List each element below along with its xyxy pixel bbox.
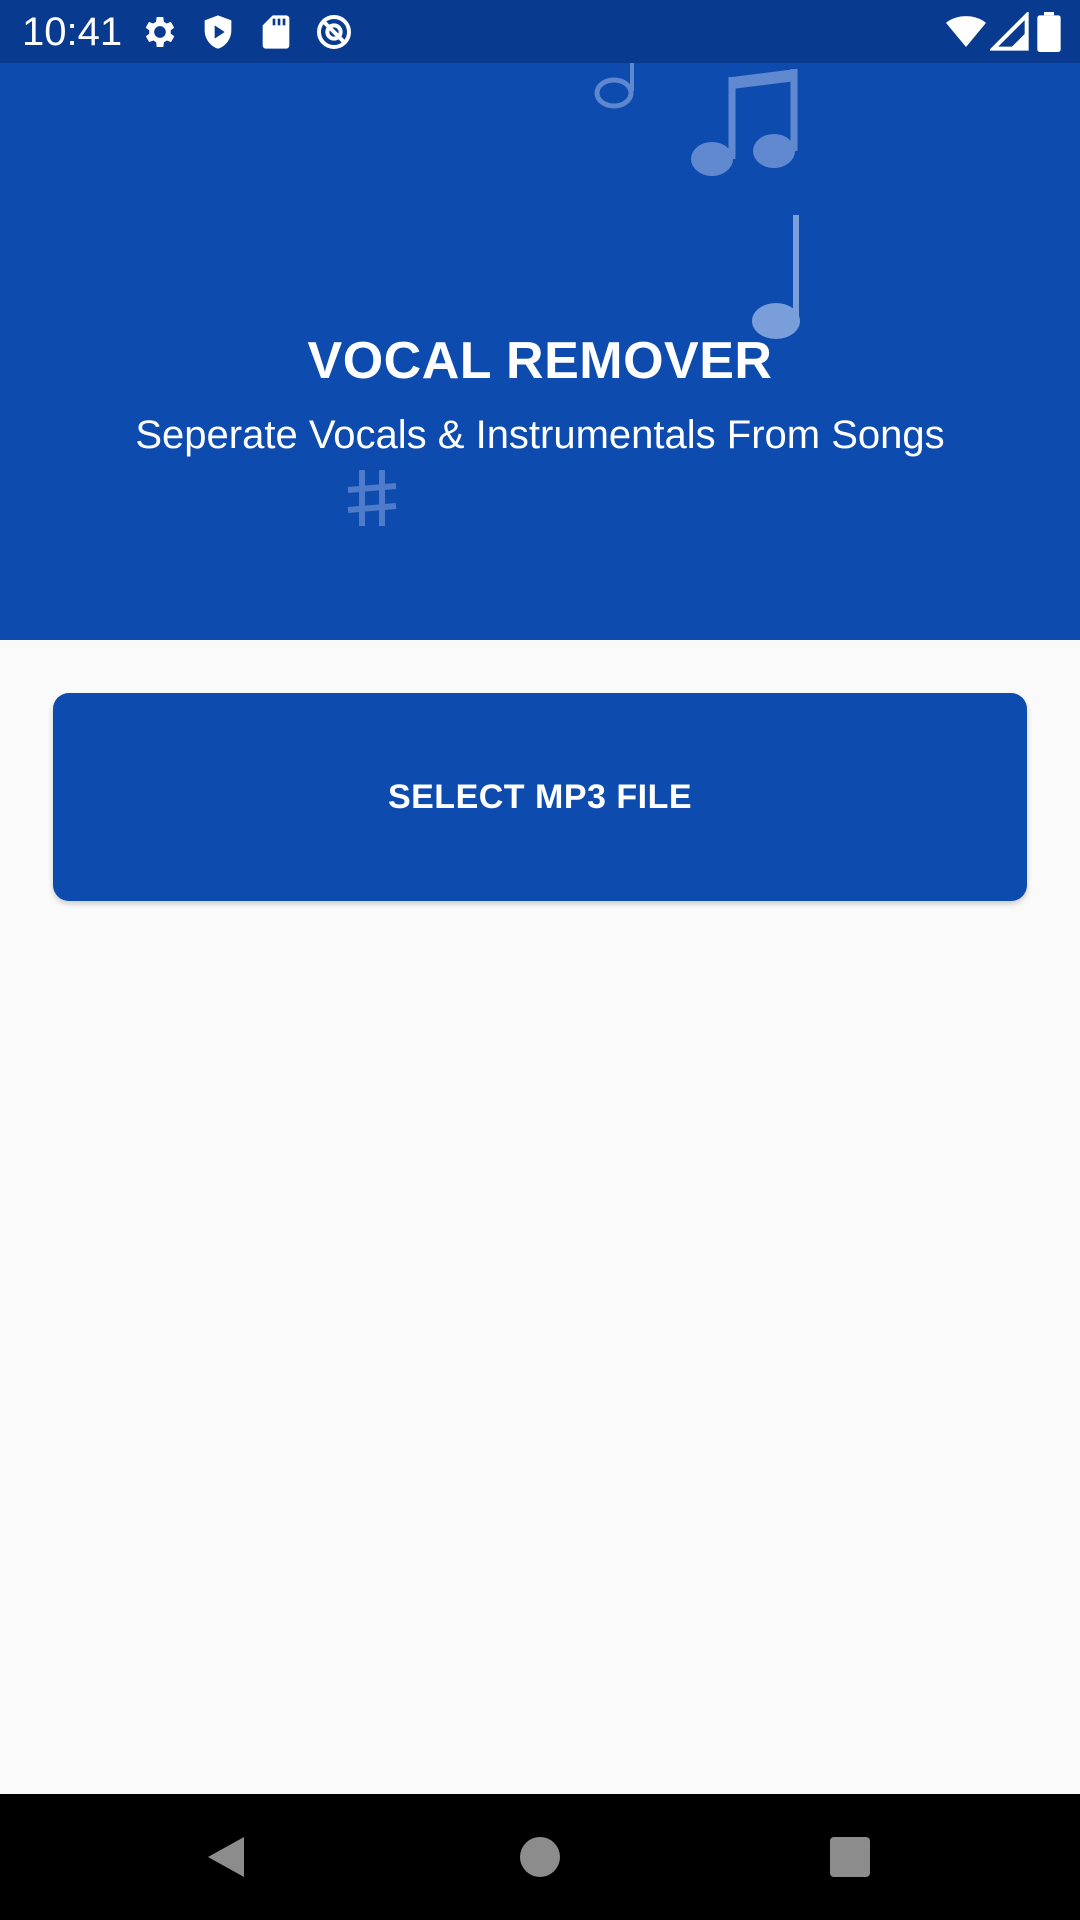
status-time: 10:41 [22, 10, 123, 54]
status-bar: 10:41 [0, 0, 1080, 63]
app-title: VOCAL REMOVER [307, 332, 773, 390]
sharp-sign-icon [347, 470, 397, 526]
navigation-bar [0, 1794, 1080, 1920]
battery-icon [1037, 12, 1061, 52]
sd-card-icon [262, 15, 290, 49]
app-subtitle: Seperate Vocals & Instrumentals From Son… [135, 413, 945, 457]
quarter-note-icon [752, 215, 800, 339]
signal-icon [990, 12, 1029, 51]
at-sign-icon [317, 15, 351, 49]
shield-play-icon [204, 15, 232, 49]
beamed-notes-icon [691, 69, 798, 176]
back-icon[interactable] [196, 1827, 256, 1887]
home-icon[interactable] [510, 1827, 570, 1887]
half-note-icon [594, 63, 634, 109]
wifi-icon [946, 16, 986, 47]
header-banner: VOCAL REMOVER Seperate Vocals & Instrume… [0, 63, 1080, 640]
screen: 10:41 VOCAL REMOVER Seperate Vocals & In… [0, 0, 1080, 1920]
gear-icon [145, 17, 175, 47]
recents-icon[interactable] [820, 1827, 880, 1887]
select-mp3-file-button[interactable]: SELECT MP3 FILE [53, 693, 1027, 901]
